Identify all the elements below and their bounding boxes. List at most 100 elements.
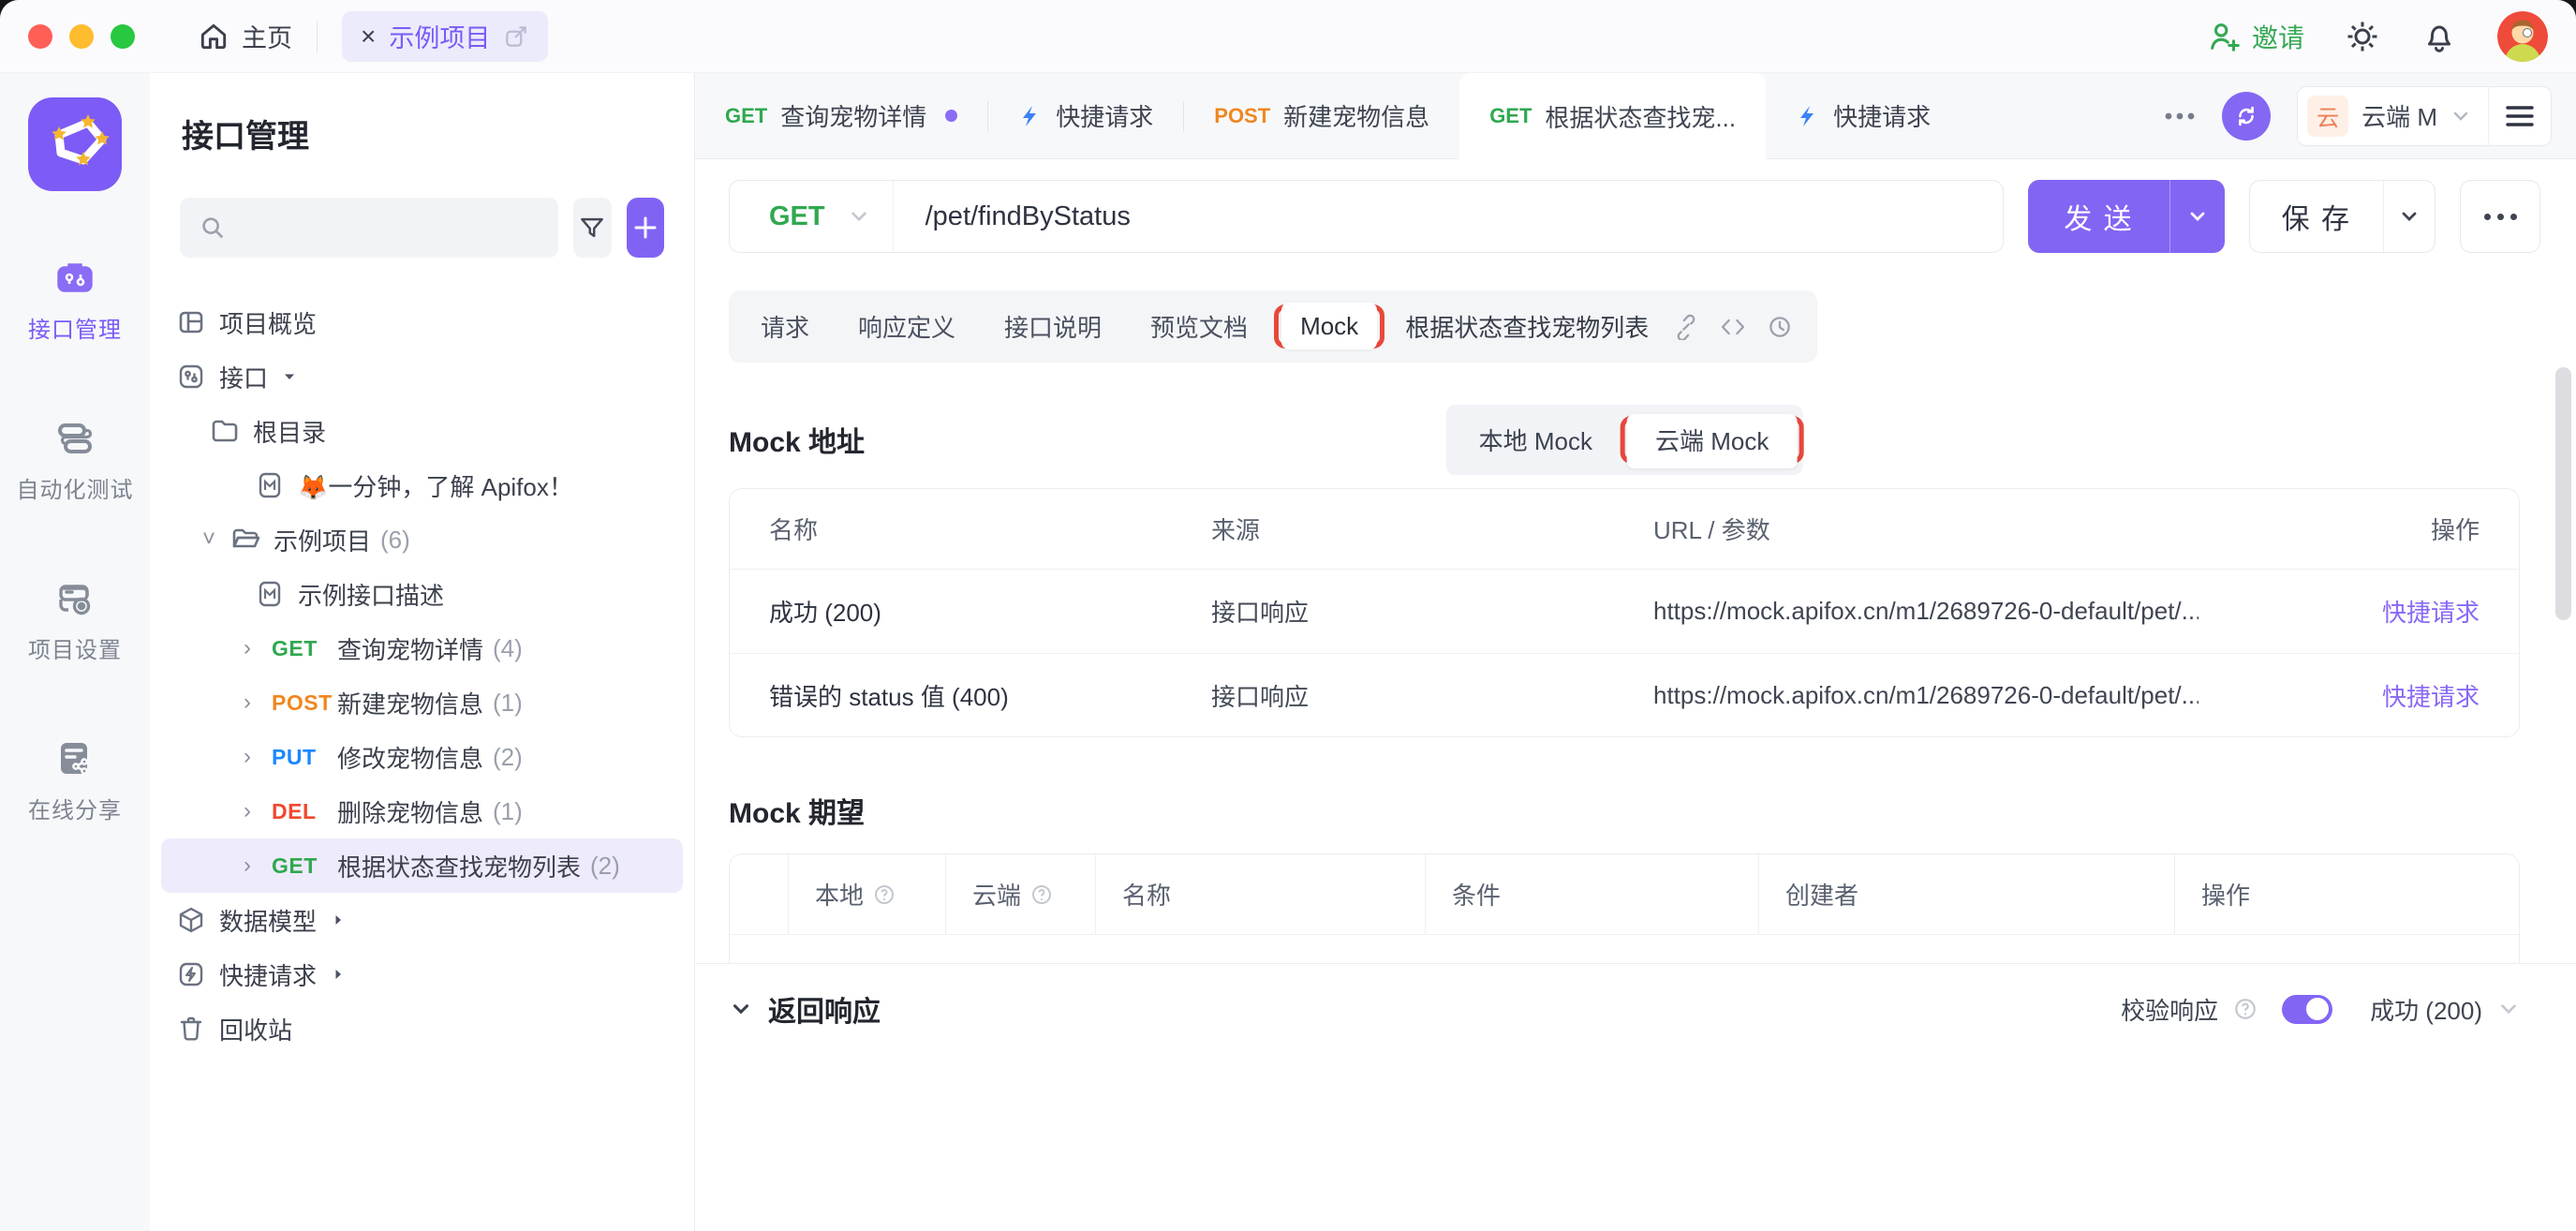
topbar-right-cluster: 邀请 <box>2207 11 2548 62</box>
chevron-right-icon[interactable]: › <box>244 690 272 716</box>
save-dropdown-chevron[interactable] <box>2384 206 2435 227</box>
rail-item-label: 项目设置 <box>28 631 122 664</box>
request-url-input[interactable]: /pet/findByStatus <box>894 201 1131 232</box>
bolt-icon <box>1018 104 1043 128</box>
send-dropdown-chevron[interactable] <box>2170 206 2225 227</box>
tree-item-get-find-by-status[interactable]: › GET 根据状态查找宠物列表 (2) <box>161 838 683 893</box>
chevron-right-icon[interactable]: › <box>244 798 272 824</box>
quick-request-link[interactable]: 快捷请求 <box>2198 678 2480 713</box>
mock-address-table-header: 名称 来源 URL / 参数 操作 <box>730 489 2519 570</box>
help-question-icon[interactable] <box>2233 997 2258 1021</box>
doc-tab-quick-request-2[interactable]: 快捷请求 <box>1766 73 1961 158</box>
trash-icon <box>176 1014 206 1044</box>
close-project-icon[interactable]: × <box>361 23 376 50</box>
tree-item-sample-project-folder[interactable]: ˅ 示例项目 (6) <box>161 512 683 567</box>
topbar-divider <box>317 21 318 52</box>
segment-local-mock[interactable]: 本地 Mock <box>1451 409 1621 470</box>
request-method-select[interactable]: GET <box>730 201 848 232</box>
tree-item-doc-intro[interactable]: 🦊一分钟，了解 Apifox！ <box>161 458 683 512</box>
more-tabs-icon[interactable] <box>2164 111 2196 121</box>
request-more-button[interactable] <box>2460 180 2540 253</box>
request-url-box[interactable]: GET /pet/findByStatus <box>729 180 2004 253</box>
tree-item-root-folder[interactable]: 根目录 <box>161 404 683 458</box>
tree-item-label: 根据状态查找宠物列表 <box>337 849 581 883</box>
settings-gear-icon[interactable] <box>2344 18 2381 55</box>
method-tag: GET <box>725 104 767 128</box>
rail-item-api-management[interactable]: 接口管理 <box>28 257 122 344</box>
caret-right-icon[interactable] <box>330 912 347 928</box>
validate-response-label: 校验响应 <box>2121 992 2218 1027</box>
folder-open-icon <box>230 525 260 555</box>
doc-tab-post-new-pet[interactable]: POST 新建宠物信息 <box>1184 73 1459 158</box>
subtab-preview-docs[interactable]: 预览文档 <box>1130 298 1268 355</box>
quick-request-link[interactable]: 快捷请求 <box>2198 594 2480 629</box>
search-box[interactable] <box>180 198 558 258</box>
tree-item-doc-sample[interactable]: 示例接口描述 <box>161 567 683 621</box>
environment-selector[interactable]: 云 云端 M <box>2298 96 2488 137</box>
notifications-bell-icon[interactable] <box>2421 18 2458 55</box>
doc-tab-quick-request-1[interactable]: 快捷请求 <box>988 73 1183 158</box>
document-tabbar: GET 查询宠物详情 快捷请求 POST 新建宠物信息 GET 根据状态查找宠.… <box>695 73 2576 159</box>
invite-button[interactable]: 邀请 <box>2207 18 2304 55</box>
save-button[interactable]: 保 存 <box>2249 180 2435 253</box>
response-status-select[interactable]: 成功 (200) <box>2370 992 2482 1027</box>
mock-row-source: 接口响应 <box>1211 678 1653 713</box>
search-input[interactable] <box>238 215 540 242</box>
layout-menu-icon[interactable] <box>2489 105 2551 127</box>
doc-tab-get-pet-detail[interactable]: GET 查询宠物详情 <box>695 73 987 158</box>
scrollbar-thumb[interactable] <box>2555 367 2571 620</box>
rail-item-online-sharing[interactable]: 在线分享 <box>28 737 122 824</box>
traffic-zoom-button[interactable] <box>111 24 135 49</box>
annotation-red-box: Mock <box>1274 304 1384 349</box>
home-label: 主页 <box>242 18 292 54</box>
chevron-right-icon[interactable]: › <box>244 635 272 661</box>
help-question-icon[interactable] <box>1030 883 1053 906</box>
tree-item-apis[interactable]: 接口 <box>161 349 683 404</box>
caret-right-icon[interactable] <box>330 966 347 983</box>
chevron-right-icon[interactable]: › <box>244 853 272 879</box>
tree-item-put-update-pet[interactable]: › PUT 修改宠物信息 (2) <box>161 730 683 784</box>
chevron-right-icon[interactable]: › <box>244 744 272 770</box>
code-icon[interactable] <box>1720 314 1746 340</box>
validate-response-toggle-on[interactable] <box>2282 995 2332 1024</box>
copy-link-icon[interactable] <box>1673 314 1699 340</box>
response-section-header[interactable]: 返回响应 校验响应 成功 (200) <box>729 964 2520 1054</box>
traffic-close-button[interactable] <box>28 24 52 49</box>
chevron-down-icon[interactable]: ˅ <box>202 527 230 553</box>
method-tag: DEL <box>272 799 337 824</box>
external-link-icon[interactable] <box>503 23 529 50</box>
rail-item-automated-testing[interactable]: 自动化测试 <box>17 417 134 504</box>
help-question-icon[interactable] <box>873 883 896 906</box>
tree-item-post-new-pet[interactable]: › POST 新建宠物信息 (1) <box>161 675 683 730</box>
filter-button[interactable] <box>573 198 612 258</box>
segment-cloud-mock-active[interactable]: 云端 Mock <box>1627 414 1797 468</box>
quick-request-bolt-icon <box>176 959 206 989</box>
subtab-api-description[interactable]: 接口说明 <box>984 298 1122 355</box>
home-tab[interactable]: 主页 <box>197 18 292 54</box>
caret-down-icon[interactable] <box>281 368 298 385</box>
traffic-minimize-button[interactable] <box>69 24 94 49</box>
tree-item-get-pet-detail[interactable]: › GET 查询宠物详情 (4) <box>161 621 683 675</box>
tree-item-label: 数据模型 <box>219 903 317 938</box>
tree-item-project-overview[interactable]: 项目概览 <box>161 295 683 349</box>
column-header-cloud: 云端 <box>945 854 1095 934</box>
rail-item-project-settings[interactable]: 项目设置 <box>28 577 122 664</box>
doc-tab-get-find-by-status-active[interactable]: GET 根据状态查找宠... <box>1459 73 1766 159</box>
send-button[interactable]: 发 送 <box>2028 180 2224 253</box>
add-button[interactable] <box>627 198 665 258</box>
chevron-down-icon[interactable] <box>729 997 753 1021</box>
data-model-cube-icon <box>176 905 206 935</box>
subtab-mock-active[interactable]: Mock <box>1281 303 1377 349</box>
history-icon[interactable] <box>1767 314 1793 340</box>
subtab-response-definition[interactable]: 响应定义 <box>837 298 976 355</box>
tree-item-recycle-bin[interactable]: 回收站 <box>161 1001 683 1056</box>
sync-status-button[interactable] <box>2222 92 2271 141</box>
tree-item-del-delete-pet[interactable]: › DEL 删除宠物信息 (1) <box>161 784 683 838</box>
annotation-red-box: 云端 Mock <box>1621 416 1803 464</box>
user-avatar[interactable] <box>2497 11 2548 62</box>
endpoint-subtabs: 请求 响应定义 接口说明 预览文档 Mock 根据状态查找宠物列表 <box>729 290 1817 363</box>
subtab-request[interactable]: 请求 <box>740 298 830 355</box>
project-tab[interactable]: × 示例项目 <box>342 11 548 62</box>
tree-item-quick-requests[interactable]: 快捷请求 <box>161 947 683 1001</box>
tree-item-data-models[interactable]: 数据模型 <box>161 893 683 947</box>
